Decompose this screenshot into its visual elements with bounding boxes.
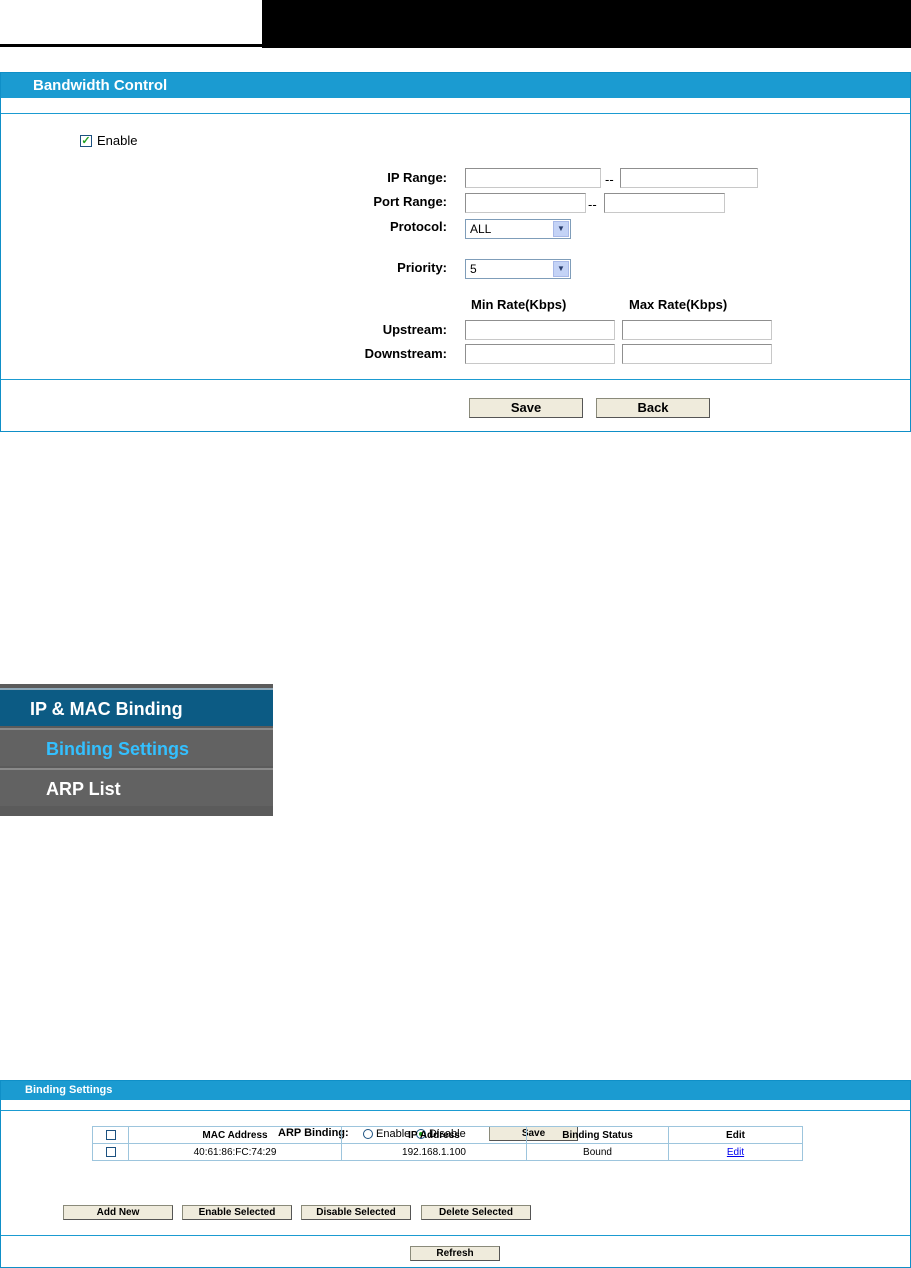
table-header-row: MAC Address IP Address Binding Status Ed… xyxy=(92,1126,803,1144)
binding-status-cell: Bound xyxy=(526,1143,669,1161)
divider xyxy=(1,379,910,380)
port-range-start-input[interactable] xyxy=(465,193,586,213)
protocol-label: Protocol: xyxy=(389,219,447,234)
protocol-value: ALL xyxy=(470,222,492,236)
divider xyxy=(1,113,910,114)
priority-value: 5 xyxy=(470,262,477,276)
column-header: IP Address xyxy=(341,1126,527,1144)
chevron-down-icon[interactable]: ▼ xyxy=(553,261,569,277)
table-row: 40:61:86:FC:74:29 192.168.1.100 Bound Ed… xyxy=(92,1143,803,1161)
chevron-down-icon[interactable]: ▼ xyxy=(553,221,569,237)
mac-address-cell: 40:61:86:FC:74:29 xyxy=(128,1143,342,1161)
divider xyxy=(1,1235,910,1236)
enable-selected-button[interactable]: Enable Selected xyxy=(182,1205,292,1220)
min-rate-header: Min Rate(Kbps) xyxy=(471,297,567,312)
downstream-label: Downstream: xyxy=(364,346,447,361)
row-checkbox[interactable] xyxy=(105,1146,116,1157)
menu-item-arp-list[interactable]: ARP List xyxy=(0,768,273,806)
delete-selected-button[interactable]: Delete Selected xyxy=(421,1205,531,1220)
max-rate-header: Max Rate(Kbps) xyxy=(629,297,728,312)
menu-section-ip-mac-binding[interactable]: IP & MAC Binding xyxy=(0,688,273,726)
add-new-button[interactable]: Add New xyxy=(63,1205,173,1220)
ip-address-cell: 192.168.1.100 xyxy=(341,1143,527,1161)
downstream-max-input[interactable] xyxy=(622,344,772,364)
upstream-label: Upstream: xyxy=(382,322,447,337)
back-button[interactable]: Back xyxy=(596,398,710,418)
ip-mac-binding-menu: IP & MAC Binding Binding Settings ARP Li… xyxy=(0,684,273,816)
select-all-cell xyxy=(92,1126,129,1144)
refresh-button[interactable]: Refresh xyxy=(410,1246,500,1261)
binding-table: MAC Address IP Address Binding Status Ed… xyxy=(92,1126,803,1161)
priority-label: Priority: xyxy=(397,260,447,275)
column-header: MAC Address xyxy=(128,1126,342,1144)
enable-checkbox[interactable]: ✓ xyxy=(80,135,92,147)
ip-range-start-input[interactable] xyxy=(465,168,601,188)
binding-settings-panel: Binding Settings ARP Binding: Enable Dis… xyxy=(0,1080,911,1268)
bandwidth-control-panel: Bandwidth Control ✓ Enable IP Range: -- … xyxy=(0,72,911,432)
downstream-min-input[interactable] xyxy=(465,344,615,364)
range-separator: -- xyxy=(605,172,614,187)
upstream-min-input[interactable] xyxy=(465,320,615,340)
save-button[interactable]: Save xyxy=(469,398,583,418)
enable-label: Enable xyxy=(97,133,138,148)
row-select-cell xyxy=(92,1143,129,1161)
select-all-checkbox[interactable] xyxy=(105,1129,116,1140)
header-white-segment xyxy=(0,0,262,47)
panel-title: Binding Settings xyxy=(1,1081,910,1100)
column-header: Edit xyxy=(668,1126,803,1144)
edit-cell: Edit xyxy=(668,1143,803,1161)
disable-selected-button[interactable]: Disable Selected xyxy=(301,1205,411,1220)
divider xyxy=(1,1110,910,1111)
port-range-end-input[interactable] xyxy=(604,193,725,213)
protocol-select[interactable]: ALL ▼ xyxy=(465,219,571,239)
document-header-bar xyxy=(0,0,911,50)
menu-item-binding-settings[interactable]: Binding Settings xyxy=(0,728,273,766)
ip-range-end-input[interactable] xyxy=(620,168,758,188)
edit-link[interactable]: Edit xyxy=(727,1147,744,1158)
header-black-segment xyxy=(262,0,911,48)
port-range-label: Port Range: xyxy=(373,194,447,209)
column-header: Binding Status xyxy=(526,1126,669,1144)
range-separator: -- xyxy=(588,197,597,212)
priority-select[interactable]: 5 ▼ xyxy=(465,259,571,279)
panel-title: Bandwidth Control xyxy=(1,73,910,98)
upstream-max-input[interactable] xyxy=(622,320,772,340)
ip-range-label: IP Range: xyxy=(387,170,447,185)
